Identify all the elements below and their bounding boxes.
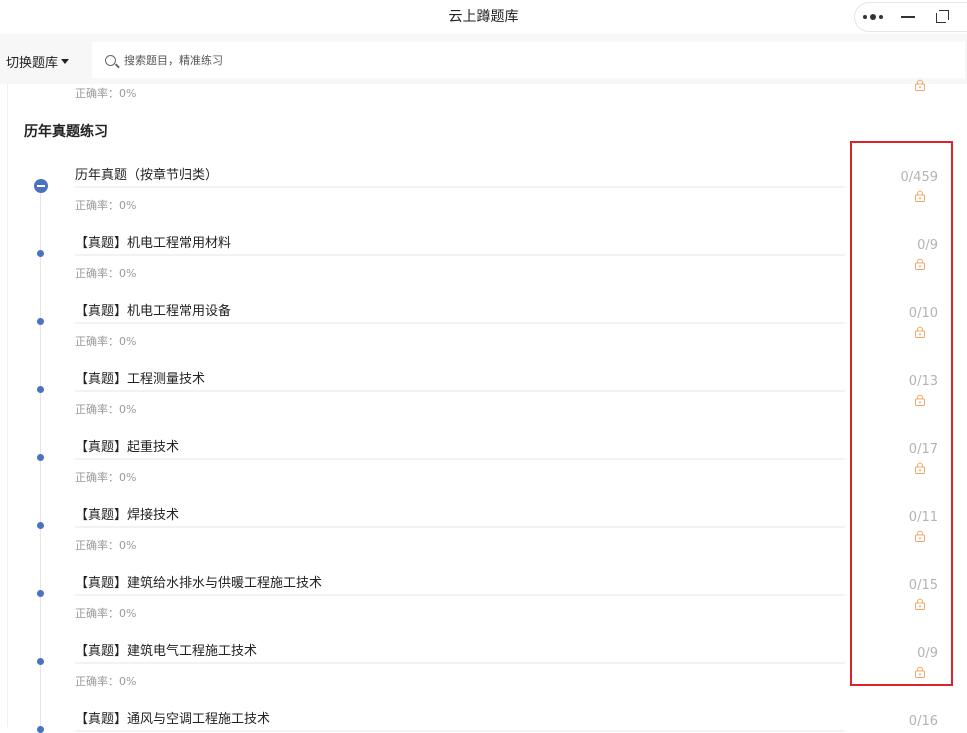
item-title: 【真题】工程测量技术: [75, 372, 206, 387]
search-icon: [105, 54, 116, 66]
title-bar: 云上蹲题库: [0, 0, 967, 34]
timeline-dot: [37, 590, 44, 597]
item-divider: [75, 594, 845, 596]
highlight-box: [850, 141, 953, 686]
item-divider: [75, 322, 845, 324]
item-divider: [75, 662, 845, 664]
item-title: 【真题】通风与空调工程施工技术: [75, 712, 271, 727]
timeline-dot: [37, 454, 44, 461]
item-divider: [75, 526, 845, 528]
item-accuracy: 正确率：0%: [75, 199, 137, 212]
item-title: 【真题】机电工程常用设备: [75, 304, 232, 319]
more-button[interactable]: [855, 3, 890, 31]
item-title: 【真题】焊接技术: [75, 508, 180, 523]
item-accuracy: 正确率：0%: [75, 403, 137, 416]
toolbar: 切换题库: [0, 34, 967, 84]
timeline-dot: [37, 522, 44, 529]
search-input[interactable]: [122, 52, 626, 68]
timeline-dot: [37, 318, 44, 325]
search-bar[interactable]: [92, 42, 965, 78]
switch-bank-label: 切换题库: [6, 56, 59, 71]
item-accuracy: 正确率：0%: [75, 335, 137, 348]
caret-down-icon: [61, 59, 70, 64]
previous-item-accuracy: 正确率：0%: [75, 87, 137, 100]
lock-icon: [914, 79, 926, 91]
item-accuracy: 正确率：0%: [75, 607, 137, 620]
window-controls: [854, 2, 967, 32]
switch-bank-button[interactable]: 切换题库: [6, 52, 70, 71]
item-divider: [75, 458, 845, 460]
timeline-dot: [37, 250, 44, 257]
item-title: 【真题】机电工程常用材料: [75, 236, 232, 251]
item-title: 【真题】建筑给水排水与供暖工程施工技术: [75, 576, 323, 591]
item-accuracy: 正确率：0%: [75, 267, 137, 280]
item-accuracy: 正确率：0%: [75, 539, 137, 552]
section-title: 历年真题练习: [24, 124, 108, 140]
timeline-dot: [37, 658, 44, 665]
restore-button[interactable]: [925, 3, 960, 31]
restore-icon: [935, 10, 950, 24]
item-accuracy: 正确率：0%: [75, 471, 137, 484]
collapse-circle-icon[interactable]: [34, 179, 48, 193]
minimize-button[interactable]: [890, 3, 925, 31]
card-edge: [7, 84, 8, 727]
item-divider: [75, 186, 845, 188]
window-title: 云上蹲题库: [448, 9, 519, 25]
item-title: 历年真题（按章节归类）: [75, 168, 219, 183]
item-title: 【真题】建筑电气工程施工技术: [75, 644, 258, 659]
item-accuracy: 正确率：0%: [75, 675, 137, 688]
minimize-icon: [900, 16, 915, 18]
timeline-dot: [37, 386, 44, 393]
timeline-dot: [37, 726, 44, 733]
item-divider: [75, 254, 845, 256]
more-dots-icon: [862, 14, 883, 20]
item-divider: [75, 730, 845, 732]
item-title: 【真题】起重技术: [75, 440, 180, 455]
item-divider: [75, 390, 845, 392]
